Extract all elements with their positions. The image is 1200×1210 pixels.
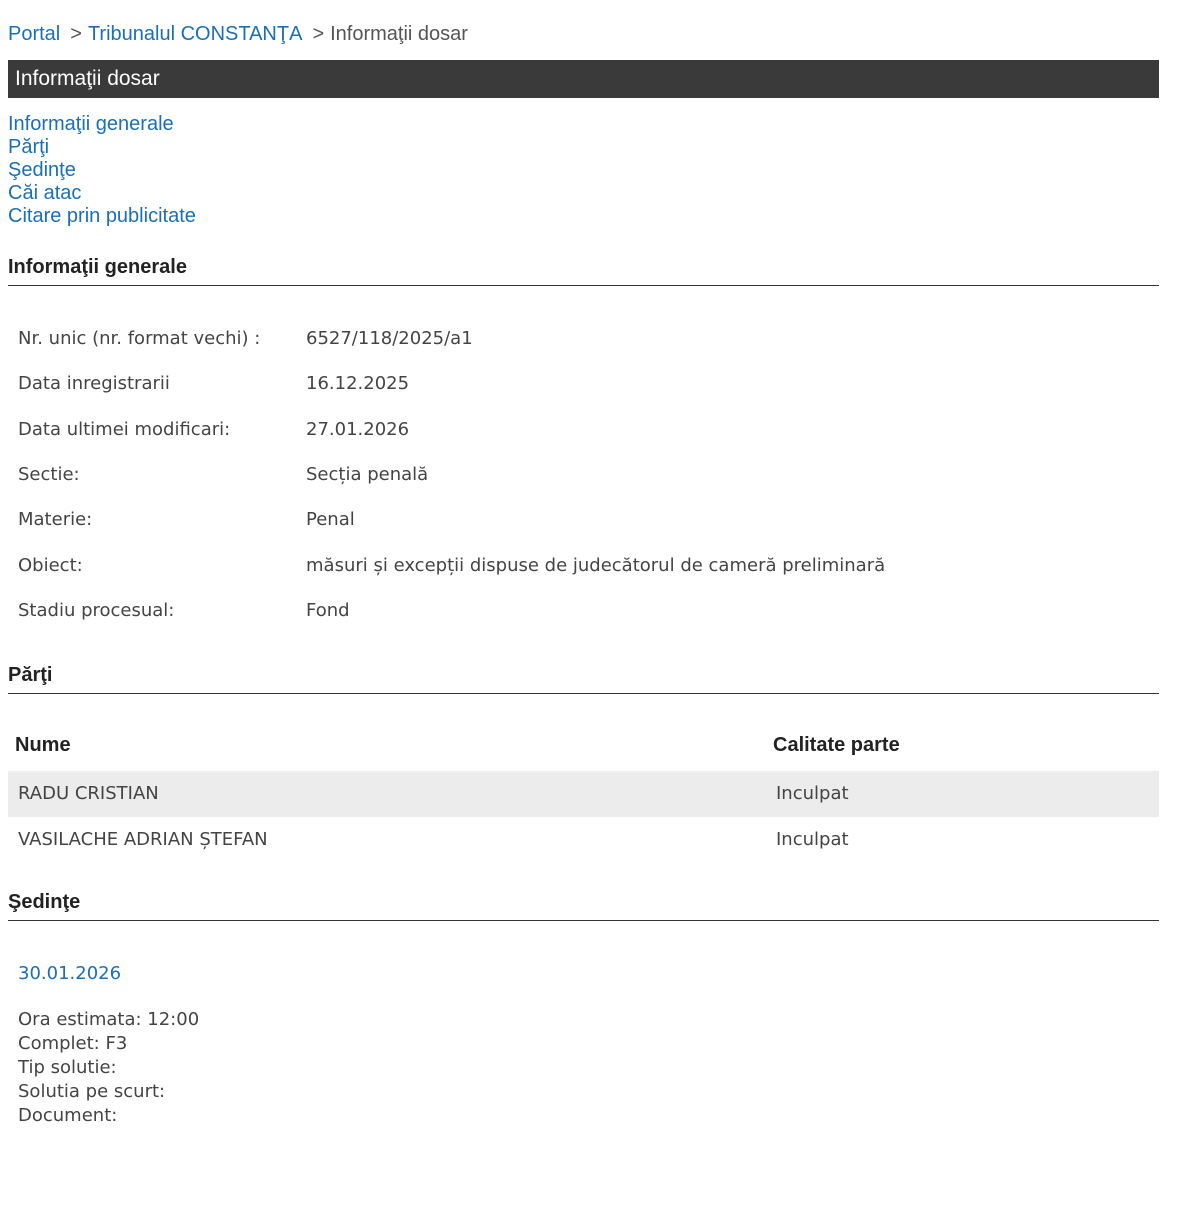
breadcrumb-portal-link[interactable]: Portal bbox=[8, 23, 60, 45]
info-value: Penal bbox=[306, 509, 355, 530]
column-header-calitate: Calitate parte bbox=[773, 734, 900, 756]
info-value: măsuri și excepții dispuse de judecătoru… bbox=[306, 555, 886, 576]
info-label: Data ultimei modificari: bbox=[18, 419, 231, 440]
table-row: RADU CRISTIAN Inculpat bbox=[8, 771, 1159, 817]
section-heading-parti: Părţi bbox=[8, 662, 1159, 694]
hearing-detail-line: Document: bbox=[18, 1105, 118, 1126]
section-nav: Informaţii generale Părţi Şedinţe Căi at… bbox=[8, 113, 196, 228]
table-header: Nume Calitate parte bbox=[8, 724, 1159, 768]
party-name: VASILACHE ADRIAN ȘTEFAN bbox=[18, 829, 268, 850]
hearing-detail-line: Complet: F3 bbox=[18, 1033, 128, 1054]
party-name: RADU CRISTIAN bbox=[18, 783, 159, 804]
info-value: Secția penală bbox=[306, 464, 429, 485]
hearing-date-link[interactable]: 30.01.2026 bbox=[18, 962, 199, 986]
nav-link-citare-publicitate[interactable]: Citare prin publicitate bbox=[8, 205, 196, 228]
info-label: Nr. unic (nr. format vechi) : bbox=[18, 328, 261, 349]
sedinte-list: 30.01.2026 Ora estimata: 12:00 Complet: … bbox=[18, 962, 199, 1128]
breadcrumb-separator: > bbox=[70, 23, 82, 45]
hearing-details: Ora estimata: 12:00 Complet: F3 Tip solu… bbox=[18, 1008, 199, 1128]
party-role: Inculpat bbox=[776, 829, 849, 850]
section-heading-informatii-generale: Informaţii generale bbox=[8, 254, 1159, 286]
info-label: Data inregistrarii bbox=[18, 373, 170, 394]
info-value: Fond bbox=[306, 600, 350, 621]
hearing-detail-line: Tip solutie: bbox=[18, 1057, 117, 1078]
nav-link-cai-atac[interactable]: Căi atac bbox=[8, 182, 196, 205]
info-label: Obiect: bbox=[18, 555, 83, 576]
breadcrumb-separator: > bbox=[312, 23, 325, 45]
nav-link-parti[interactable]: Părţi bbox=[8, 136, 196, 159]
info-label: Stadiu procesual: bbox=[18, 600, 175, 621]
hearing-detail-line: Solutia pe scurt: bbox=[18, 1081, 166, 1102]
info-label: Materie: bbox=[18, 509, 93, 530]
nav-link-sedinte[interactable]: Şedinţe bbox=[8, 159, 196, 182]
nav-link-informatii-generale[interactable]: Informaţii generale bbox=[8, 113, 196, 136]
info-value: 6527/118/2025/a1 bbox=[306, 328, 473, 349]
column-header-nume: Nume bbox=[15, 734, 71, 756]
breadcrumb-court-link[interactable]: Tribunalul CONSTANŢA bbox=[88, 23, 303, 45]
page-title: Informaţii dosar bbox=[8, 60, 1159, 98]
info-value: 16.12.2025 bbox=[306, 373, 410, 394]
info-value: 27.01.2026 bbox=[306, 419, 410, 440]
section-heading-sedinte: Şedinţe bbox=[8, 889, 1159, 921]
hearing-detail-line: Ora estimata: 12:00 bbox=[18, 1009, 200, 1030]
breadcrumb-current: Informaţii dosar bbox=[330, 23, 468, 45]
info-label: Sectie: bbox=[18, 464, 80, 485]
table-row: VASILACHE ADRIAN ȘTEFAN Inculpat bbox=[8, 817, 1159, 863]
party-role: Inculpat bbox=[776, 783, 849, 804]
breadcrumb: Portal > Tribunalul CONSTANŢA > Informaţii d… bbox=[8, 22, 468, 46]
